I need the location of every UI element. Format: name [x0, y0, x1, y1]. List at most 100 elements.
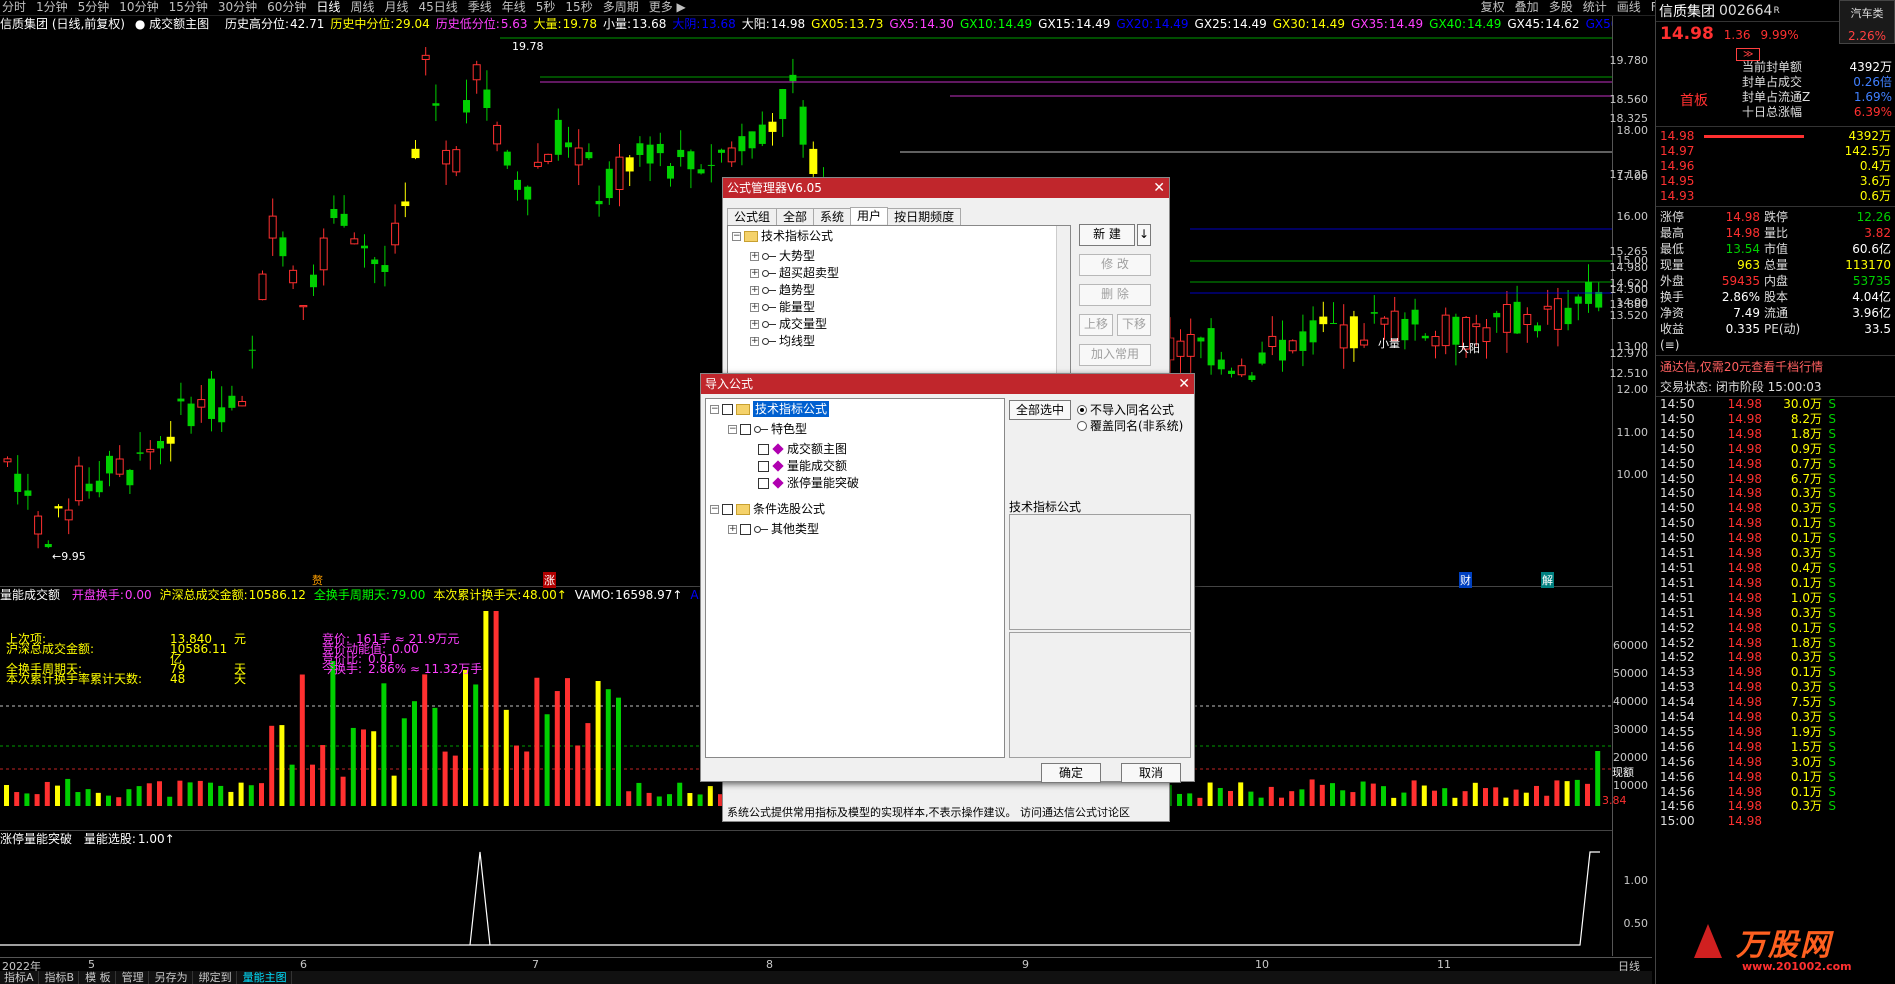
volume-bar[interactable]	[279, 725, 285, 806]
candle[interactable]	[1452, 316, 1460, 345]
marker-1[interactable]: 赘	[312, 572, 323, 588]
promo-link[interactable]: 通达信,仅需20元查看千档行情	[1656, 355, 1895, 377]
candle[interactable]	[625, 157, 634, 172]
candle[interactable]	[187, 403, 195, 427]
candle[interactable]	[1411, 309, 1419, 325]
volume-bar[interactable]	[1472, 782, 1478, 806]
volume-bar[interactable]	[34, 794, 40, 806]
period-tab[interactable]: 日线	[316, 0, 340, 15]
volume-bar[interactable]	[463, 669, 468, 806]
candle[interactable]	[95, 480, 103, 493]
tick-row[interactable]: 14:56 14.98 3.0万 S	[1656, 755, 1895, 770]
candle[interactable]	[319, 237, 328, 271]
bottom-tab[interactable]: 指标B	[41, 971, 80, 984]
candle[interactable]	[533, 161, 542, 167]
tree-item[interactable]: + 成交量型	[750, 316, 827, 332]
volume-bar[interactable]	[401, 718, 407, 806]
volume-bar[interactable]	[1391, 797, 1397, 806]
volume-bar[interactable]	[269, 725, 275, 806]
volume-bar[interactable]	[534, 677, 540, 806]
tree-root[interactable]: − 技术指标公式	[732, 228, 833, 244]
volume-bar[interactable]	[1319, 784, 1325, 806]
candle[interactable]	[1472, 323, 1481, 328]
marker-4[interactable]: 解	[1541, 572, 1554, 588]
collapse-icon[interactable]: −	[710, 404, 719, 414]
tick-row[interactable]: 14:50 14.98 30.0万 S	[1656, 397, 1895, 412]
tick-row[interactable]: 14:56 14.98 0.1万 S	[1656, 785, 1895, 800]
volume-bar[interactable]	[636, 782, 642, 806]
volume-bar[interactable]	[361, 729, 366, 806]
volume-bar[interactable]	[1360, 781, 1366, 806]
preview-box[interactable]	[1009, 632, 1191, 758]
volume-bar[interactable]	[667, 794, 672, 806]
period-tab[interactable]: 分时	[2, 0, 26, 15]
candle[interactable]	[64, 509, 73, 521]
volume-bar[interactable]	[371, 731, 377, 806]
period-tab[interactable]: 更多 ▶	[649, 0, 686, 15]
cancel-button[interactable]: 取消	[1121, 763, 1181, 783]
candle[interactable]	[697, 169, 705, 174]
candle[interactable]	[1176, 340, 1185, 357]
tick-row[interactable]: 14:51 14.98 0.1万 S	[1656, 576, 1895, 591]
candle[interactable]	[554, 119, 562, 155]
tick-row[interactable]: 14:50 14.98 0.3万 S	[1656, 486, 1895, 501]
volume-bar[interactable]	[1401, 792, 1407, 806]
candle[interactable]	[432, 103, 440, 106]
candle[interactable]	[1288, 340, 1297, 352]
expand-icon[interactable]: +	[728, 524, 737, 534]
volume-bar[interactable]	[177, 780, 183, 806]
volume-bar[interactable]	[1228, 790, 1233, 806]
volume-bar[interactable]	[1554, 780, 1560, 806]
expand-icon[interactable]: +	[750, 268, 759, 278]
volume-bar[interactable]	[1483, 788, 1488, 806]
description-box[interactable]	[1009, 514, 1191, 630]
collapse-icon[interactable]: −	[710, 504, 719, 514]
candle[interactable]	[442, 149, 451, 165]
volume-bar[interactable]	[493, 611, 499, 806]
candle[interactable]	[748, 131, 756, 149]
period-tab[interactable]: 60分钟	[267, 0, 306, 15]
tick-row[interactable]: 14:50 14.98 0.9万 S	[1656, 442, 1895, 457]
volume-bar[interactable]	[157, 781, 162, 806]
tick-row[interactable]: 14:51 14.98 0.3万 S	[1656, 606, 1895, 621]
volume-bar[interactable]	[330, 661, 336, 806]
period-tab[interactable]: 周线	[350, 0, 374, 15]
period-tab[interactable]: 季线	[468, 0, 492, 15]
candle[interactable]	[667, 165, 674, 179]
candle[interactable]	[1595, 291, 1603, 308]
import-group-2[interactable]: + 其他类型	[728, 521, 819, 537]
checkbox[interactable]	[722, 403, 733, 415]
volume-bar[interactable]	[1574, 779, 1580, 806]
tick-row[interactable]: 14:51 14.98 1.0万 S	[1656, 591, 1895, 606]
period-tab[interactable]: 15分钟	[169, 0, 208, 15]
volume-bar[interactable]	[1432, 790, 1437, 806]
candle[interactable]	[809, 148, 818, 174]
period-tab[interactable]: 45日线	[418, 0, 457, 15]
bottom-tab[interactable]: 管理	[118, 971, 149, 984]
period-tab[interactable]: 5秒	[536, 0, 556, 15]
candle[interactable]	[707, 164, 715, 166]
close-icon[interactable]: ✕	[1153, 178, 1165, 198]
volume-bar[interactable]	[208, 782, 213, 806]
candle[interactable]	[636, 143, 644, 155]
volume-bar[interactable]	[1381, 786, 1386, 806]
volume-bar[interactable]	[565, 678, 570, 806]
volume-bar[interactable]	[616, 697, 621, 806]
new-dropdown-button[interactable]: ↓	[1137, 224, 1151, 246]
candle[interactable]	[289, 269, 298, 284]
import-tree[interactable]: − 技术指标公式 − 特色型 成交额主图 量能成交额 涨停量能突破 − 条件选股公式…	[705, 398, 1005, 758]
volume-bar[interactable]	[595, 681, 601, 806]
volume-bar[interactable]	[146, 783, 152, 806]
volume-bar[interactable]	[626, 791, 632, 806]
volume-bar[interactable]	[1513, 789, 1519, 806]
tool-button[interactable]: 复权	[1481, 0, 1505, 15]
volume-bar[interactable]	[1564, 781, 1570, 806]
volume-bar[interactable]	[187, 782, 193, 806]
volume-bar[interactable]	[646, 792, 652, 806]
volume-bar[interactable]	[442, 751, 448, 806]
add-common-button[interactable]: 加入常用	[1079, 344, 1151, 366]
tool-button[interactable]: 统计	[1583, 0, 1607, 15]
tick-row[interactable]: 14:50 14.98 6.7万 S	[1656, 472, 1895, 487]
volume-bar[interactable]	[524, 751, 530, 806]
candle[interactable]	[14, 473, 22, 492]
